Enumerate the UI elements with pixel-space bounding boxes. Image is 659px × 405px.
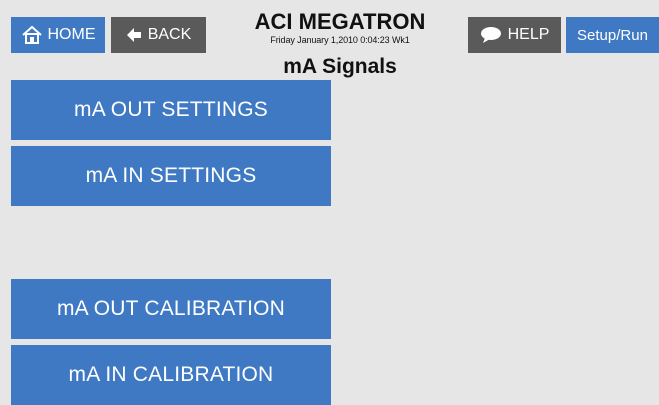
help-button-label: HELP <box>507 26 550 43</box>
ma-out-calibration-label: mA OUT CALIBRATION <box>56 297 286 320</box>
home-button[interactable]: HOME <box>11 17 105 53</box>
back-button-label: BACK <box>147 26 192 43</box>
speech-bubble-icon <box>480 26 502 44</box>
arrow-left-icon <box>126 26 142 44</box>
ma-out-calibration-button[interactable]: mA OUT CALIBRATION <box>11 279 331 339</box>
ma-in-calibration-label: mA IN CALIBRATION <box>68 363 274 386</box>
ma-in-settings-button[interactable]: mA IN SETTINGS <box>11 146 331 206</box>
ma-out-settings-button[interactable]: mA OUT SETTINGS <box>11 80 331 140</box>
ma-out-settings-label: mA OUT SETTINGS <box>74 98 268 121</box>
setup-run-button-label: Setup/Run <box>577 26 648 44</box>
page-title: mA Signals <box>283 55 397 78</box>
ma-in-settings-label: mA IN SETTINGS <box>85 164 257 187</box>
ma-in-calibration-button[interactable]: mA IN CALIBRATION <box>11 345 331 405</box>
setup-run-button[interactable]: Setup/Run <box>566 17 659 53</box>
home-icon <box>21 25 43 45</box>
datetime-display: Friday January 1,2010 0:04:23 Wk1 <box>270 35 410 45</box>
home-button-label: HOME <box>47 26 96 43</box>
back-button[interactable]: BACK <box>111 17 206 53</box>
app-title: ACI MEGATRON <box>254 9 426 34</box>
help-button[interactable]: HELP <box>468 17 561 53</box>
